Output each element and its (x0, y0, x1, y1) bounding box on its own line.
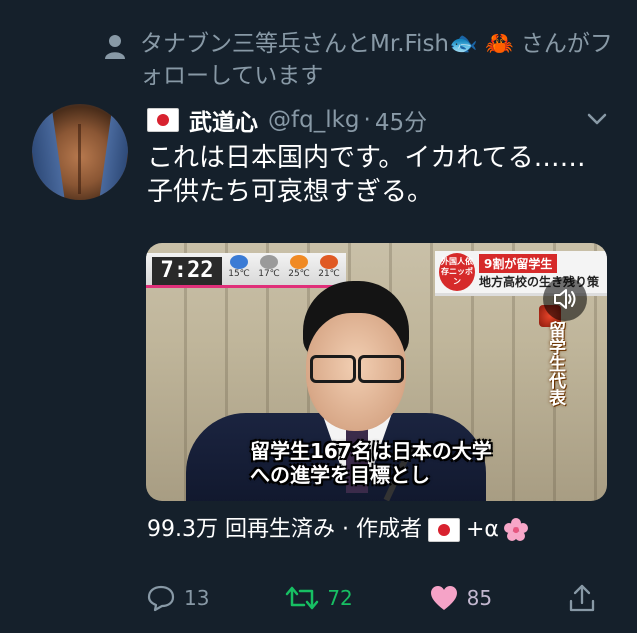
share-button[interactable] (568, 583, 596, 613)
creator-name-suffix[interactable]: +α (466, 514, 499, 546)
video-player[interactable]: 7:22 15℃ 17℃ 25℃ 21℃ 外国人依存ニッポン 9割が留学生 地方… (146, 243, 607, 501)
weather-item: 15℃ (226, 255, 252, 279)
sun-icon (290, 255, 308, 269)
tv-clock: 7:22 (152, 257, 222, 285)
reply-button[interactable]: 13 (146, 583, 209, 613)
display-name[interactable]: 武道心 (189, 103, 258, 137)
timestamp[interactable]: 45分 (375, 103, 427, 137)
like-button[interactable]: 85 (429, 584, 492, 612)
japan-flag-icon (147, 108, 179, 132)
tv-weather: 15℃ 17℃ 25℃ 21℃ (226, 255, 342, 279)
view-count: 99.3万 回再生済み · 作成者 +α (147, 514, 529, 546)
tweet-text: これは日本国内です。イカれてる……子供たち可哀想すぎる。 (147, 143, 586, 207)
reply-icon (147, 585, 175, 612)
retweet-icon (286, 586, 319, 610)
social-context[interactable]: タナブン三等兵さんとMr.Fish🐟 🦀 さんがフォローしています (104, 28, 624, 92)
chevron-down-icon[interactable] (585, 107, 609, 131)
retweet-button[interactable]: 72 (285, 583, 353, 613)
weather-item: 25℃ (286, 255, 312, 279)
tweet-header: 武道心 @fq_lkg · 45分 (147, 103, 617, 137)
share-icon (569, 584, 595, 612)
avatar[interactable] (32, 104, 128, 200)
cloud-icon (260, 255, 278, 269)
tweet-actions: 13 72 85 (146, 578, 596, 618)
speaker-icon (554, 289, 576, 309)
view-count-text: 99.3万 回再生済み · 作成者 (147, 517, 422, 542)
tv-subtitle: 留学生167名は日本の大学への進学を目標とし (250, 439, 492, 487)
reply-count: 13 (184, 586, 210, 610)
rain-icon (230, 255, 248, 269)
like-count: 85 (466, 586, 493, 610)
cherry-blossom-icon (503, 518, 528, 541)
japan-flag-icon (427, 518, 460, 542)
tv-banner-logo: 外国人依存ニッポン (439, 253, 475, 291)
heart-icon (430, 586, 457, 610)
sun-cloud-icon (320, 255, 338, 269)
retweet-count: 72 (327, 586, 353, 610)
person-icon (105, 35, 125, 59)
volume-button[interactable] (543, 277, 587, 321)
social-context-text: タナブン三等兵さんとMr.Fish🐟 🦀 さんがフォローしています (140, 31, 613, 89)
tv-vertical-caption: 留学生代表 (545, 321, 565, 406)
tv-banner-headline: 9割が留学生 (479, 254, 558, 273)
user-handle[interactable]: @fq_lkg (268, 107, 360, 133)
weather-item: 21℃ (316, 255, 342, 279)
weather-item: 17℃ (256, 255, 282, 279)
separator-dot: · (363, 107, 371, 133)
